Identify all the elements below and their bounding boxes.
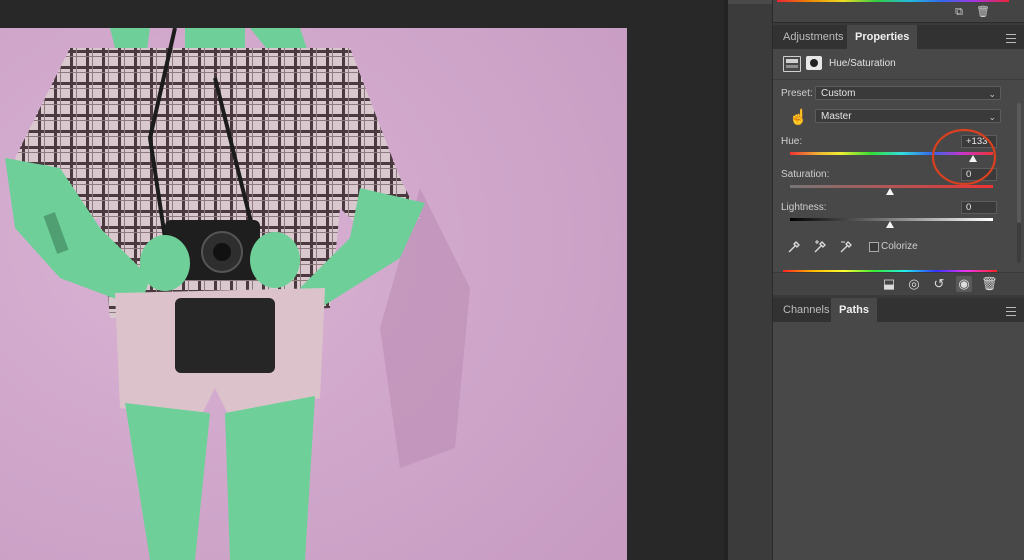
saturation-label: Saturation: bbox=[781, 169, 830, 180]
eyedropper-minus-icon[interactable] bbox=[839, 240, 853, 254]
document-canvas[interactable] bbox=[0, 0, 724, 560]
lightness-value-field[interactable]: 0 bbox=[961, 201, 997, 214]
visibility-eye-icon[interactable]: ◉ bbox=[956, 276, 972, 292]
chevron-down-icon: ⌄ bbox=[988, 112, 996, 122]
trash-icon[interactable]: 🗑 bbox=[976, 6, 990, 18]
collapsed-panel-strip bbox=[728, 0, 773, 560]
adjustment-title: Hue/Saturation bbox=[829, 58, 896, 69]
properties-scroll-thumb[interactable] bbox=[1017, 103, 1021, 223]
photo-illustration bbox=[0, 28, 627, 560]
hue-label: Hue: bbox=[781, 136, 803, 147]
hand-icon[interactable]: ☝ bbox=[789, 108, 808, 126]
layer-mask-icon[interactable] bbox=[806, 56, 822, 70]
tab-paths[interactable]: Paths bbox=[831, 298, 877, 322]
chevron-down-icon: ⌄ bbox=[988, 89, 996, 99]
panel-menu-icon[interactable] bbox=[1006, 307, 1016, 316]
preset-value: Custom bbox=[821, 88, 856, 99]
tab-channels[interactable]: Channels bbox=[775, 298, 837, 322]
preset-label: Preset: bbox=[781, 88, 813, 99]
clip-to-layer-icon[interactable]: ⬓ bbox=[881, 276, 897, 292]
hue-value-field[interactable]: +133 bbox=[961, 135, 997, 148]
saturation-value-field[interactable]: 0 bbox=[961, 168, 997, 181]
channel-value: Master bbox=[821, 111, 852, 122]
right-panel-column: ⧉ 🗑 Adjustments Properties Hue/Saturatio… bbox=[773, 0, 1024, 560]
eyedropper-icon[interactable] bbox=[787, 240, 801, 254]
tab-adjustments[interactable]: Adjustments bbox=[775, 25, 852, 49]
properties-footer: ⬓ ◎ ↺ ◉ 🗑 bbox=[773, 272, 1024, 295]
trash-icon[interactable]: 🗑 bbox=[981, 276, 998, 292]
view-previous-icon[interactable]: ◎ bbox=[906, 276, 922, 292]
preset-dropdown[interactable]: Custom ⌄ bbox=[815, 86, 1001, 100]
saturation-slider-thumb[interactable] bbox=[886, 188, 894, 195]
reset-icon[interactable]: ↺ bbox=[931, 276, 947, 292]
lightness-label: Lightness: bbox=[781, 202, 827, 213]
hue-saturation-icon[interactable] bbox=[783, 56, 801, 72]
eyedropper-plus-icon[interactable] bbox=[813, 240, 827, 254]
hue-slider-thumb[interactable] bbox=[969, 155, 977, 162]
swatch-strip bbox=[777, 0, 1009, 2]
channel-dropdown[interactable]: Master ⌄ bbox=[815, 109, 1001, 123]
photo-image[interactable] bbox=[0, 28, 627, 560]
channels-tabbar: Channels Paths bbox=[773, 298, 1024, 323]
colorize-label: Colorize bbox=[881, 241, 918, 252]
properties-tabbar: Adjustments Properties bbox=[773, 25, 1024, 50]
new-item-icon[interactable]: ⧉ bbox=[953, 6, 965, 18]
colorize-checkbox[interactable] bbox=[869, 242, 879, 252]
lightness-slider-thumb[interactable] bbox=[886, 221, 894, 228]
upper-panel-footer: ⧉ 🗑 bbox=[773, 0, 1024, 23]
properties-header: Hue/Saturation bbox=[773, 49, 1024, 80]
properties-panel: Hue/Saturation Preset: Custom ⌄ ☝ Master… bbox=[773, 49, 1024, 295]
hue-slider-track[interactable] bbox=[790, 152, 993, 155]
strip-tick bbox=[728, 0, 772, 4]
tab-properties[interactable]: Properties bbox=[847, 25, 918, 49]
paths-panel bbox=[773, 322, 1024, 560]
panel-menu-icon[interactable] bbox=[1006, 34, 1016, 43]
